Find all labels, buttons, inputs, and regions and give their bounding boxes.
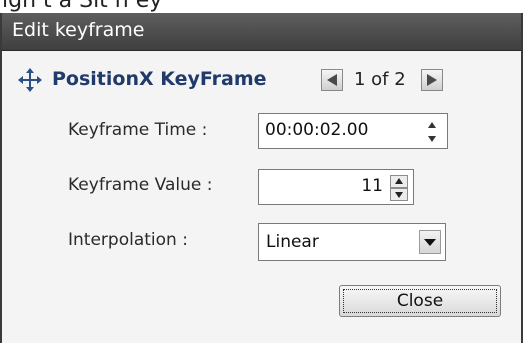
edit-keyframe-panel: Edit keyframe PositionX KeyFrame 1 of 2 — [0, 13, 523, 343]
keyframe-value-spinner[interactable] — [390, 175, 408, 201]
close-button-label: Close — [396, 291, 444, 311]
keyframe-value-label: Keyframe Value : — [68, 175, 213, 195]
keyframe-time-value: 00:00:02.00 — [265, 120, 369, 140]
keyframe-time-label: Keyframe Time : — [68, 120, 208, 140]
cropped-text: ign t a Sit n ey — [2, 0, 163, 13]
close-button[interactable]: Close — [339, 285, 501, 317]
dropdown-button[interactable] — [419, 230, 441, 254]
keyframe-time-spinner[interactable] — [425, 120, 439, 144]
interpolation-value: Linear — [266, 232, 319, 252]
spin-down-icon[interactable] — [428, 136, 436, 142]
keyframe-value-value: 11 — [361, 176, 383, 196]
keyframe-title: PositionX KeyFrame — [52, 68, 267, 90]
chevron-down-icon — [424, 239, 436, 246]
panel-title: Edit keyframe — [12, 19, 145, 41]
move-icon[interactable] — [18, 68, 42, 92]
keyframe-time-field[interactable]: 00:00:02.00 — [258, 113, 448, 149]
next-keyframe-button[interactable] — [421, 69, 443, 91]
prev-keyframe-button[interactable] — [321, 69, 343, 91]
cropped-text-strip: ign t a Sit n ey — [0, 0, 525, 13]
keyframe-value-field[interactable]: 11 — [258, 169, 414, 205]
interpolation-label: Interpolation : — [68, 230, 188, 250]
keyframe-counter: 1 of 2 — [354, 69, 406, 90]
arrow-left-icon — [327, 74, 337, 86]
spin-up-icon[interactable] — [428, 122, 436, 128]
interpolation-select[interactable]: Linear — [258, 223, 446, 261]
panel-titlebar: Edit keyframe — [2, 13, 521, 51]
arrow-right-icon — [427, 74, 437, 86]
